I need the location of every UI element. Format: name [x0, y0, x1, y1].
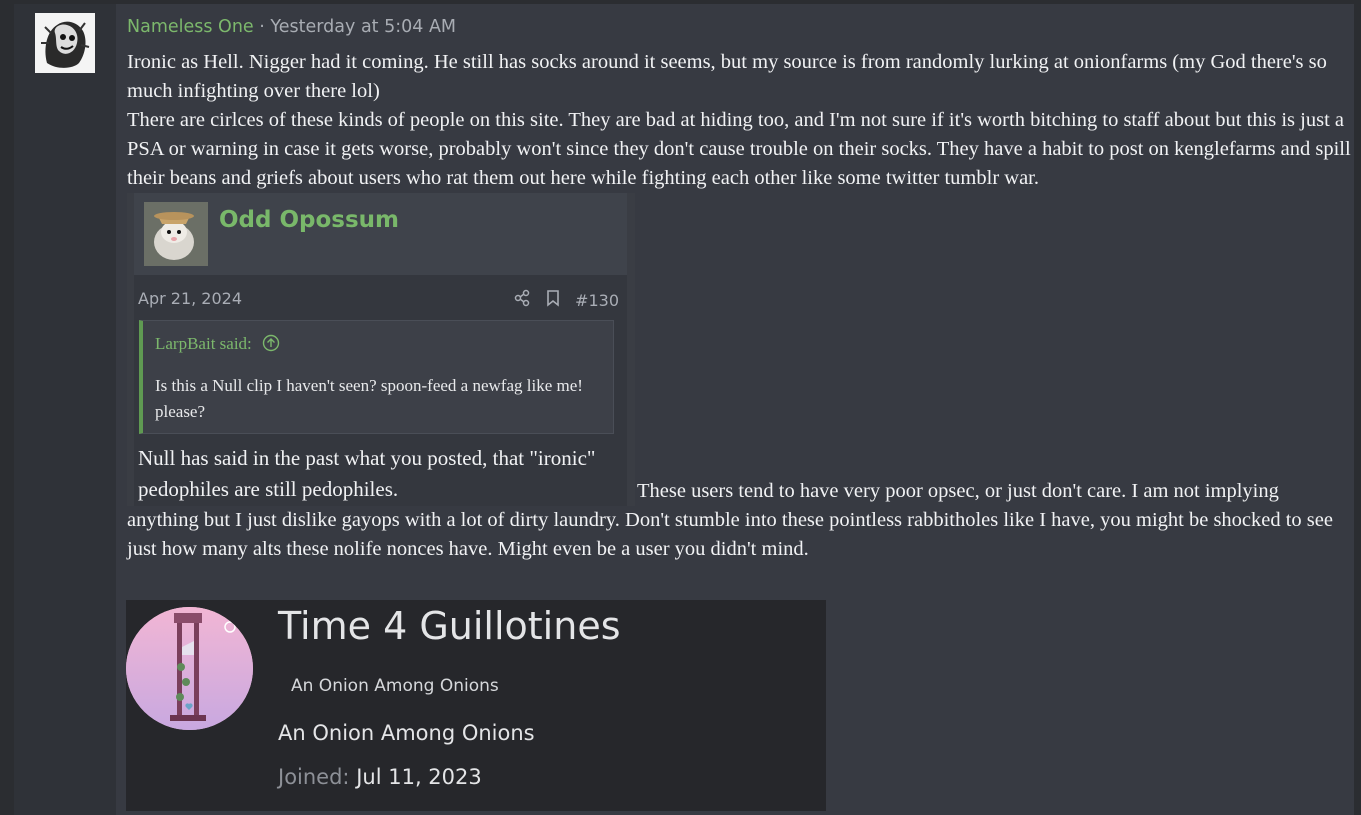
- post-timestamp[interactable]: Yesterday at 5:04 AM: [270, 17, 456, 37]
- joined-value: Jul 11, 2023: [356, 765, 482, 789]
- quote-author: LarpBait said:: [155, 333, 280, 355]
- post-paragraph-2: There are cirlces of these kinds of peop…: [127, 109, 1351, 189]
- post-username[interactable]: Nameless One: [127, 17, 254, 37]
- bookmark-icon: [545, 289, 561, 312]
- profile-avatar: [126, 607, 253, 730]
- post-user-column: [14, 4, 116, 815]
- arrow-up-circle-icon: [262, 334, 280, 352]
- embedded-screenshot-odd-opossum[interactable]: Odd Opossum Apr 21, 2024 #130 LarpBait s…: [127, 193, 635, 506]
- screenshot-reply-text: Null has said in the past what you poste…: [138, 446, 596, 501]
- quote-text: Is this a Null clip I haven't seen? spoo…: [155, 376, 583, 421]
- embedded-screenshot-profile[interactable]: Time 4 Guillotines An Onion Among Onions…: [126, 600, 826, 811]
- post-meta: Nameless One · Yesterday at 5:04 AM: [127, 17, 456, 37]
- profile-joined: Joined: Jul 11, 2023: [278, 765, 482, 789]
- forum-post: Nameless One · Yesterday at 5:04 AM Iron…: [14, 4, 1354, 815]
- post-paragraph-3-wrapper: Odd Opossum Apr 21, 2024 #130 LarpBait s…: [127, 193, 1352, 564]
- post-paragraph-1: Ironic as Hell. Nigger had it coming. He…: [127, 51, 1327, 102]
- meta-separator: ·: [259, 17, 265, 37]
- screenshot-username: Odd Opossum: [219, 207, 400, 233]
- profile-title-large: An Onion Among Onions: [278, 721, 535, 745]
- screenshot-post-header: Odd Opossum: [134, 193, 627, 275]
- screenshot-post-tools: #130: [513, 289, 619, 312]
- joined-label: Joined:: [278, 765, 350, 789]
- post-body: Ironic as Hell. Nigger had it coming. He…: [127, 48, 1352, 564]
- opossum-avatar: [144, 202, 208, 266]
- screenshot-post-number: #130: [575, 290, 619, 310]
- screenshot-post-date: Apr 21, 2024: [138, 289, 243, 308]
- profile-title-small: An Onion Among Onions: [291, 676, 499, 696]
- profile-username: Time 4 Guillotines: [278, 604, 621, 648]
- share-icon: [513, 289, 531, 312]
- screenshot-quote-block: LarpBait said: Is this a Null clip I hav…: [139, 320, 614, 434]
- user-avatar[interactable]: [35, 13, 95, 73]
